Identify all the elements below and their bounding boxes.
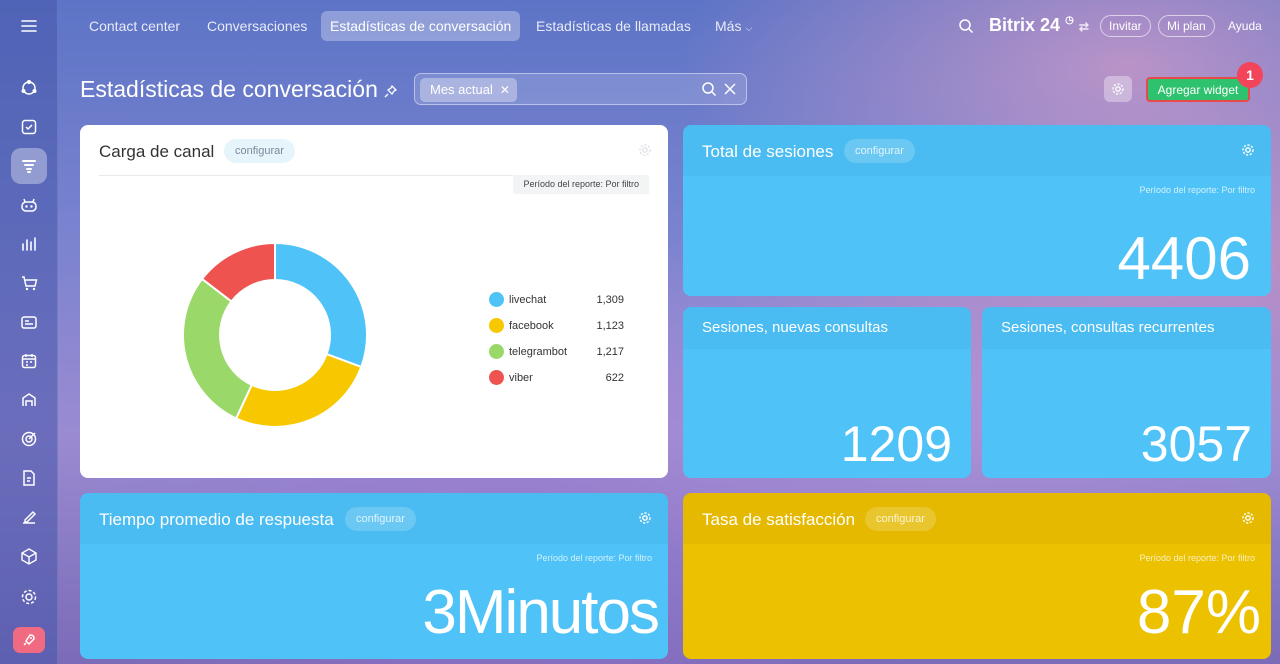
widget-title: Sesiones, consultas recurrentes (1001, 319, 1215, 336)
legend-item-livechat[interactable]: livechat 1,309 (489, 292, 624, 308)
widget-recurring-sessions: Sesiones, consultas recurrentes 3057 (982, 307, 1271, 478)
legend-value: 1,123 (596, 320, 624, 332)
document-edit-icon[interactable] (11, 460, 47, 496)
rocket-icon[interactable] (13, 627, 45, 653)
legend-label: telegrambot (509, 346, 568, 358)
legend-value: 1,217 (596, 346, 624, 358)
contact-card-icon[interactable] (11, 304, 47, 340)
widget-title: Total de sesiones (702, 142, 834, 161)
legend-dot (489, 344, 504, 359)
cart-icon[interactable] (11, 265, 47, 301)
store-icon[interactable] (11, 382, 47, 418)
legend-label: facebook (509, 320, 554, 332)
gear-icon[interactable] (1241, 511, 1255, 530)
configure-button[interactable]: configurar (224, 139, 295, 163)
configure-button[interactable]: configurar (865, 507, 936, 531)
my-plan-button[interactable]: Mi plan (1158, 15, 1215, 37)
filter-clear-icon[interactable] (722, 81, 738, 102)
step-badge: 1 (1237, 62, 1263, 88)
page-settings-button[interactable] (1104, 76, 1132, 102)
contact-center-icon[interactable] (11, 148, 47, 184)
donut-slice-telegrambot[interactable] (182, 277, 254, 420)
report-period: Período del reporte: Por filtro (1139, 185, 1255, 195)
legend-item-telegrambot[interactable]: telegrambot 1,217 (489, 344, 624, 360)
filter-search-icon[interactable] (701, 81, 717, 102)
menu-icon[interactable] (11, 8, 47, 44)
configure-button[interactable]: configurar (844, 139, 915, 163)
filter-chip[interactable]: Mes actual ✕ (420, 78, 517, 102)
legend-label: livechat (509, 294, 547, 306)
widget-satisfaction: Tasa de satisfacción configurar Período … (683, 493, 1271, 659)
target-icon[interactable] (11, 421, 47, 457)
total-sessions-value: 4406 (1117, 225, 1251, 292)
invite-button[interactable]: Invitar (1100, 15, 1151, 37)
left-sidebar (0, 0, 58, 664)
legend-item-facebook[interactable]: facebook 1,123 (489, 318, 624, 334)
filter-chip-label: Mes actual (430, 82, 493, 97)
brand-logo: Bitrix 24 ◷ ⇄ (989, 15, 1089, 36)
settings-icon[interactable] (11, 579, 47, 615)
new-sessions-value: 1209 (840, 416, 952, 472)
calendar-icon[interactable] (11, 343, 47, 379)
report-period: Período del reporte: Por filtro (1139, 553, 1255, 563)
tab-mas-label: Más (715, 18, 742, 34)
clock-icon: ◷ (1065, 15, 1074, 26)
legend-label: viber (509, 372, 533, 384)
legend-value: 1,309 (596, 294, 624, 306)
recurring-sessions-value: 3057 (1140, 416, 1252, 472)
chevron-down-icon: ⌵ (745, 23, 753, 33)
response-time-value: 3Minutos (422, 578, 660, 647)
box-icon[interactable] (11, 538, 47, 574)
satisfaction-value: 87% (1136, 578, 1261, 647)
sign-icon[interactable] (11, 499, 47, 535)
swap-icon[interactable]: ⇄ (1079, 20, 1089, 34)
tasks-icon[interactable] (11, 109, 47, 145)
top-bar: Contact center Conversaciones Estadístic… (58, 0, 1280, 52)
legend-dot (489, 318, 504, 333)
legend-dot (489, 370, 504, 385)
legend-item-viber[interactable]: viber 622 (489, 370, 624, 386)
widget-new-sessions: Sesiones, nuevas consultas 1209 (683, 307, 971, 478)
legend-value: 622 (605, 372, 624, 384)
analytics-icon[interactable] (11, 226, 47, 262)
page-title: Estadísticas de conversación (80, 76, 378, 102)
tab-estadisticas-conversacion[interactable]: Estadísticas de conversación (321, 11, 521, 41)
crm-icon[interactable] (11, 70, 47, 106)
tab-mas[interactable]: Más ⌵ (706, 11, 761, 41)
gear-icon[interactable] (638, 143, 652, 162)
add-widget-button[interactable]: Agregar widget (1146, 77, 1250, 102)
tab-estadisticas-llamadas[interactable]: Estadísticas de llamadas (527, 11, 700, 41)
widget-title: Tasa de satisfacción (702, 510, 856, 529)
donut-slice-facebook[interactable] (234, 352, 363, 428)
widget-title: Tiempo promedio de respuesta (99, 510, 334, 529)
pin-icon[interactable] (384, 84, 398, 103)
gear-icon[interactable] (638, 511, 652, 530)
tab-contact-center[interactable]: Contact center (80, 11, 189, 41)
brand-name: Bitrix 24 (989, 15, 1061, 35)
report-period: Período del reporte: Por filtro (536, 553, 652, 563)
legend-dot (489, 292, 504, 307)
tab-conversaciones[interactable]: Conversaciones (198, 11, 316, 41)
gear-icon (1112, 83, 1124, 95)
widget-response-time: Tiempo promedio de respuesta configurar … (80, 493, 668, 659)
gear-icon[interactable] (1241, 143, 1255, 162)
robot-icon[interactable] (11, 187, 47, 223)
help-button[interactable]: Ayuda (1219, 15, 1271, 37)
filter-box[interactable]: Mes actual ✕ (414, 73, 747, 105)
widget-title: Carga de canal (99, 142, 215, 161)
widget-channel-load: Carga de canal configurar Período del re… (80, 125, 668, 478)
chip-remove-icon[interactable]: ✕ (500, 78, 510, 102)
report-period: Período del reporte: Por filtro (513, 175, 649, 194)
search-icon[interactable] (958, 18, 974, 39)
donut-slice-livechat[interactable] (274, 241, 368, 369)
donut-chart (182, 241, 368, 428)
configure-button[interactable]: configurar (345, 507, 416, 531)
widget-title: Sesiones, nuevas consultas (702, 319, 888, 336)
widget-total-sessions: Total de sesiones configurar Período del… (683, 125, 1271, 296)
